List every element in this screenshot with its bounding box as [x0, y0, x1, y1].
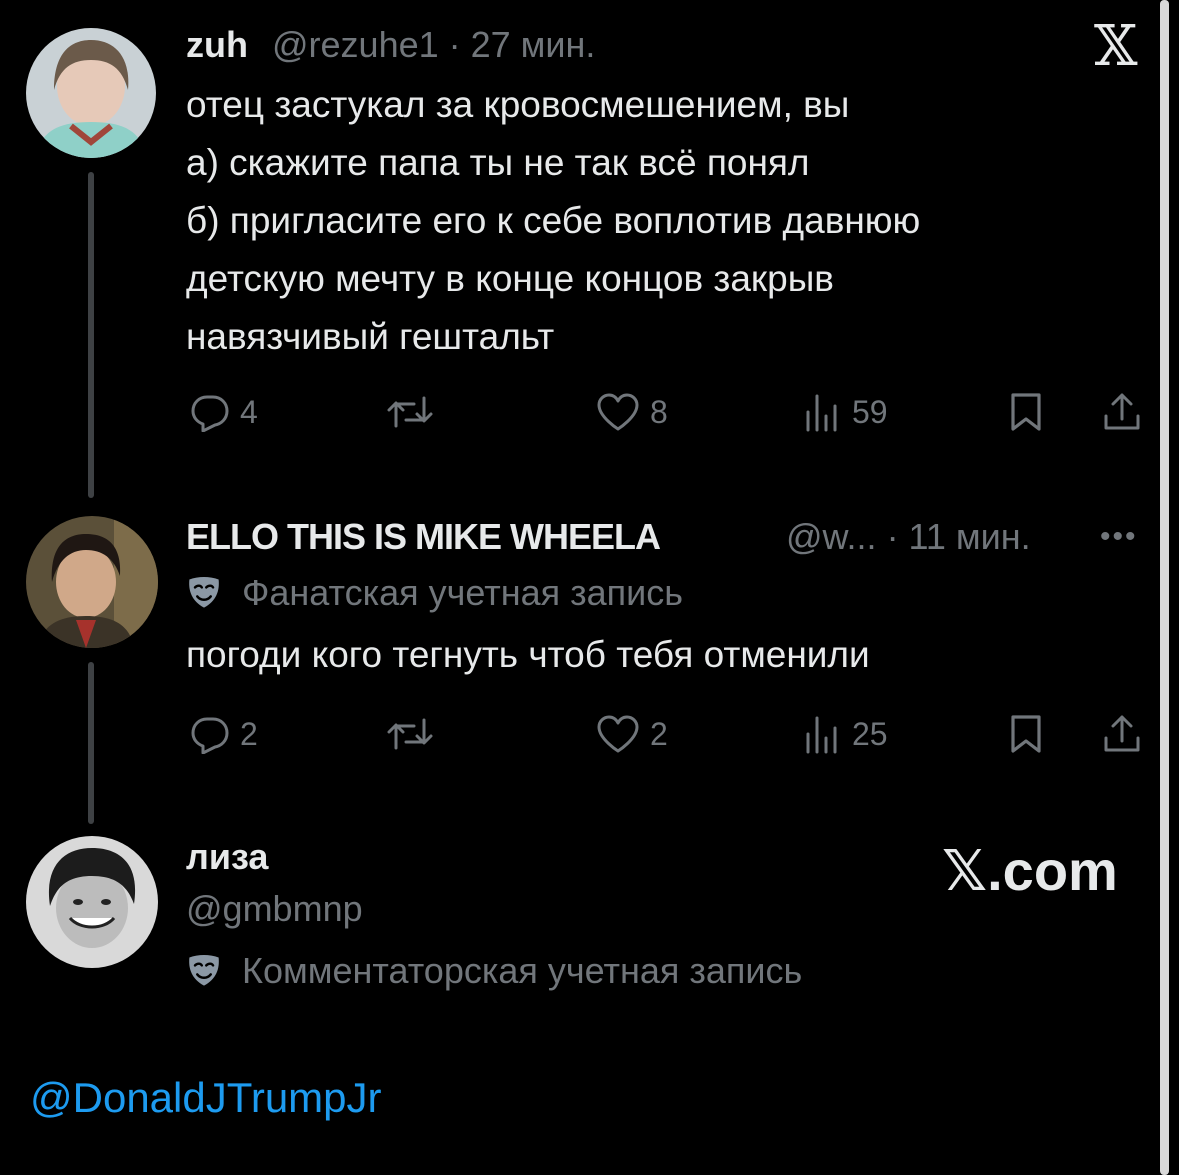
x-logo-icon[interactable]: 𝕏 [1094, 14, 1137, 79]
tweet1-text: отец застукал за кровосмешением, вы а) с… [186, 76, 920, 366]
tweet2-label-text: Фанатская учетная запись [242, 572, 683, 613]
tweet1-share-button[interactable] [1102, 392, 1142, 432]
tweet2-author-name[interactable]: ELLO THIS IS MIKE WHEELA [186, 516, 661, 558]
thread-line [88, 662, 94, 824]
tweet2-handle-time[interactable]: @w... · 11 мин. [786, 516, 1031, 558]
reply-label-text: Комментаторская учетная запись [242, 950, 803, 991]
tweet1-bookmark-button[interactable] [1008, 392, 1044, 432]
tweet1-line: а) скажите папа ты не так всё понял [186, 142, 810, 183]
mention-link[interactable]: @DonaldJTrumpJr [30, 1074, 382, 1122]
share-icon [1102, 714, 1142, 754]
bookmark-icon [1008, 392, 1044, 432]
avatar-zuh[interactable] [26, 28, 156, 158]
tweet1-views-button[interactable]: 59 [802, 392, 888, 432]
tweet1-line: детскую мечту в конце концов закрыв [186, 258, 834, 299]
tweet2-retweet-button[interactable] [386, 714, 434, 754]
reply-handle[interactable]: @gmbmnp [186, 888, 363, 930]
tweet2-like-button[interactable]: 2 [596, 714, 668, 754]
tweet1-reply-button[interactable]: 4 [190, 392, 258, 432]
tweet2-views-button[interactable]: 25 [802, 714, 888, 754]
tweet2-line: погоди кого тегнуть чтоб тебя отменили [186, 634, 870, 675]
tweet2-text: погоди кого тегнуть чтоб тебя отменили [186, 626, 870, 684]
tweet2-like-count: 2 [650, 715, 668, 752]
views-icon [802, 714, 842, 754]
tweet1-handle-time[interactable]: @rezuhe1 · 27 мин. [272, 24, 595, 66]
tweet2-bookmark-button[interactable] [1008, 714, 1044, 754]
like-icon [596, 392, 640, 432]
mask-icon [186, 575, 222, 611]
tweet2-share-button[interactable] [1102, 714, 1142, 754]
tweet1-line: навязчивый гештальт [186, 316, 555, 357]
reply-account-label: Комментаторская учетная запись [186, 950, 802, 992]
tweet2-more-icon[interactable]: ••• [1100, 520, 1138, 554]
bookmark-icon [1008, 714, 1044, 754]
tweet2-account-label: Фанатская учетная запись [186, 572, 683, 614]
reply-author-name[interactable]: лиза [186, 836, 268, 878]
tweet2-reply-button[interactable]: 2 [190, 714, 258, 754]
tweet1-line: б) пригласите его к себе воплотив давнюю [186, 200, 921, 241]
tweet1-views-count: 59 [852, 393, 888, 430]
reply-icon [190, 392, 230, 432]
like-icon [596, 714, 640, 754]
avatar-liza[interactable] [26, 836, 158, 968]
retweet-icon [386, 392, 434, 432]
tweet2-views-count: 25 [852, 715, 888, 752]
x-com-brand: 𝕏.com [942, 839, 1118, 902]
tweet2-reply-count: 2 [240, 715, 258, 752]
tweet1-line: отец застукал за кровосмешением, вы [186, 84, 850, 125]
avatar-mike-wheela[interactable] [26, 516, 158, 648]
views-icon [802, 392, 842, 432]
share-icon [1102, 392, 1142, 432]
tweet1-reply-count: 4 [240, 393, 258, 430]
tweet1-like-count: 8 [650, 393, 668, 430]
tweet1-author-name[interactable]: zuh [186, 24, 248, 66]
tweet1-retweet-button[interactable] [386, 392, 434, 432]
tweet1-like-button[interactable]: 8 [596, 392, 668, 432]
thread-line [88, 172, 94, 498]
mask-icon [186, 953, 222, 989]
retweet-icon [386, 714, 434, 754]
reply-icon [190, 714, 230, 754]
scrollbar[interactable] [1160, 0, 1169, 1175]
